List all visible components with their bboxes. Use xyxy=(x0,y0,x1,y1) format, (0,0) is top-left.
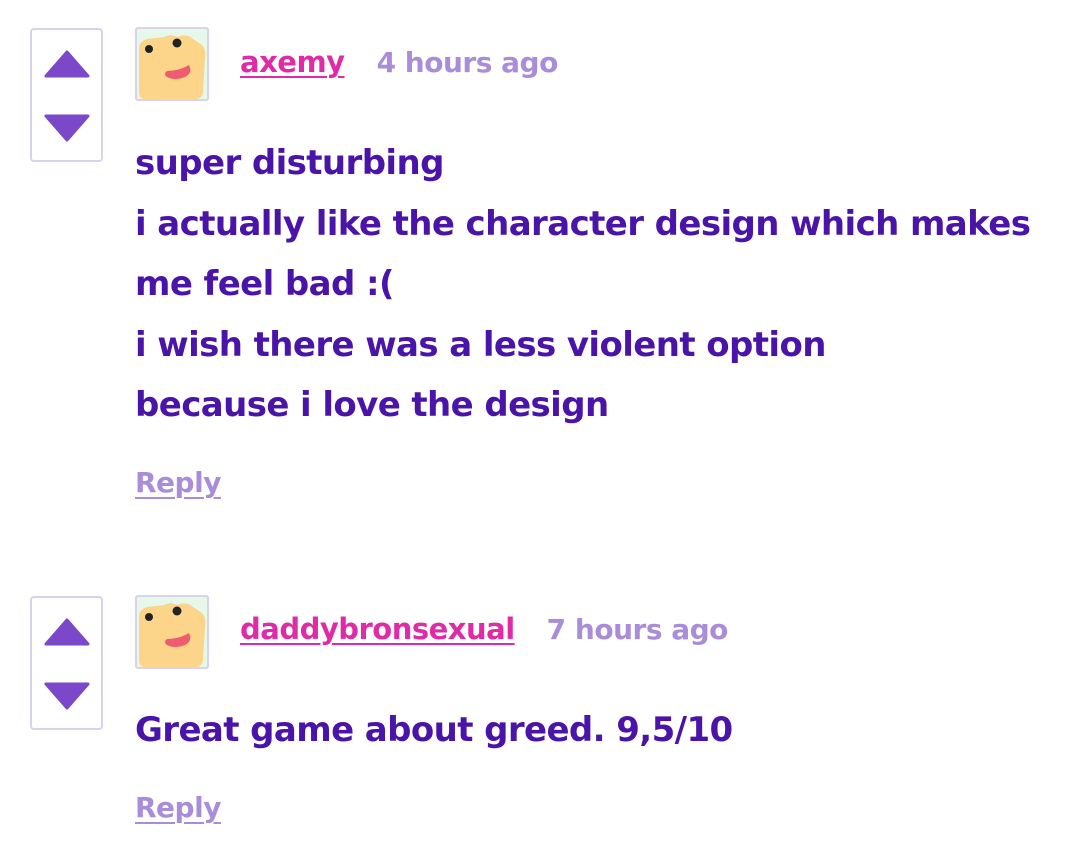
downvote-arrow-icon xyxy=(44,114,89,142)
downvote-button[interactable] xyxy=(32,98,101,158)
username-link[interactable]: axemy xyxy=(240,45,345,79)
downvote-button[interactable] xyxy=(32,666,101,726)
frog-avatar-icon xyxy=(137,597,207,667)
timestamp: 7 hours ago xyxy=(546,613,729,646)
upvote-arrow-icon xyxy=(44,618,89,646)
upvote-button[interactable] xyxy=(32,34,101,94)
comment-body-line: Great game about greed. 9,5/10 xyxy=(135,710,733,750)
comment-body: Great game about greed. 9,5/10 xyxy=(135,700,1055,761)
downvote-arrow-icon xyxy=(44,682,89,710)
vote-widget xyxy=(30,28,103,162)
vote-widget xyxy=(30,596,103,730)
comment-body-line: i wish there was a less violent option xyxy=(135,324,826,365)
reply-link[interactable]: Reply xyxy=(135,791,221,824)
comment-meta: daddybronsexual 7 hours ago xyxy=(240,612,728,646)
timestamp: 4 hours ago xyxy=(376,46,559,79)
reply-link[interactable]: Reply xyxy=(135,466,221,499)
avatar[interactable] xyxy=(135,595,209,669)
comment-body-line: super disturbing xyxy=(135,143,444,183)
upvote-button[interactable] xyxy=(32,602,101,662)
frog-avatar-icon xyxy=(137,29,207,99)
comment-body-line: me feel bad :( xyxy=(135,264,395,304)
username-link[interactable]: daddybronsexual xyxy=(240,612,515,646)
avatar[interactable] xyxy=(135,27,209,101)
comment-body: super disturbing i actually like the cha… xyxy=(135,133,1055,436)
upvote-arrow-icon xyxy=(44,50,89,78)
comment-body-line: i actually like the character design whi… xyxy=(135,203,1031,244)
comment-body-line: because i love the design xyxy=(135,385,609,425)
comment-meta: axemy 4 hours ago xyxy=(240,45,558,79)
